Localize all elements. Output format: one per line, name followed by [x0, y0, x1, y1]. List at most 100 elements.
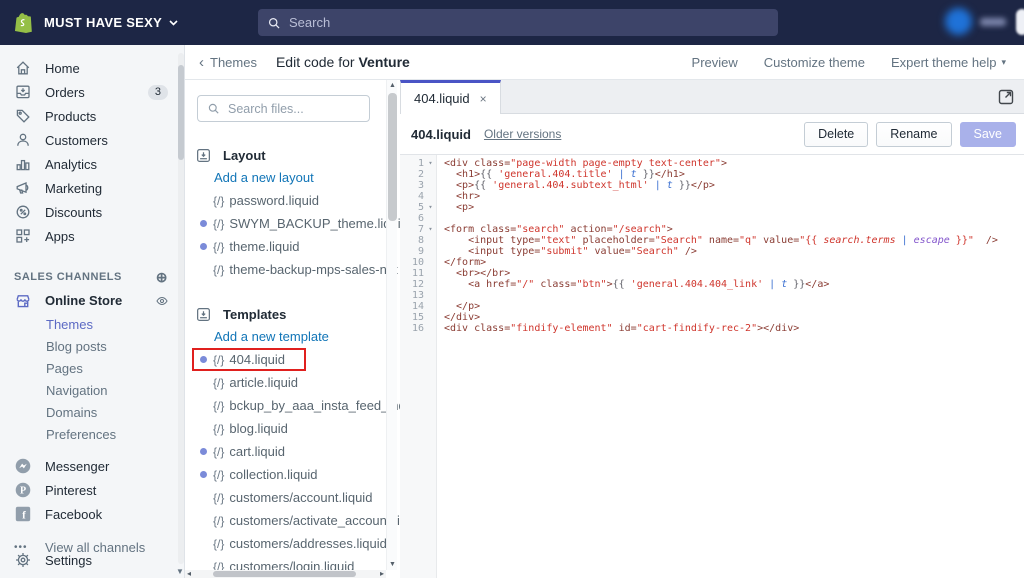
sidebar-item-online-store[interactable]: Online Store — [0, 288, 184, 313]
sidebar-item-navigation[interactable]: Navigation — [0, 379, 184, 401]
save-button[interactable]: Save — [960, 122, 1017, 147]
file-item-404-liquid[interactable]: {/}404.liquid — [185, 348, 400, 371]
code-area[interactable]: 1▾<div class="page-width page-empty text… — [400, 155, 1024, 334]
sidebar-item-orders[interactable]: Orders3 — [0, 80, 184, 104]
file-item-password-liquid[interactable]: {/}password.liquid — [185, 189, 400, 212]
code-line-13[interactable]: 13 — [400, 290, 1024, 301]
delete-button[interactable]: Delete — [804, 122, 868, 147]
rename-button[interactable]: Rename — [876, 122, 951, 147]
messenger-icon — [14, 457, 32, 475]
close-icon[interactable]: × — [480, 92, 487, 106]
sidebar-item-themes[interactable]: Themes — [0, 313, 184, 335]
file-item-theme-backup-mps-sales-not[interactable]: {/}theme-backup-mps-sales-not — [185, 258, 400, 281]
file-panel-horizontal-scrollbar[interactable]: ◂ ▸ — [185, 570, 386, 578]
file-search[interactable] — [197, 95, 370, 122]
file-item-swym-backup-theme-liquid[interactable]: {/}SWYM_BACKUP_theme.liquid — [185, 212, 400, 235]
pinterest-icon: P — [14, 481, 32, 499]
sidebar-item-facebook[interactable]: fFacebook — [0, 502, 184, 526]
file-panel-vertical-scrollbar[interactable]: ▲ ▼ — [386, 80, 397, 570]
sidebar-item-messenger[interactable]: Messenger — [0, 454, 184, 478]
code-line-3[interactable]: 3 <p>{{ 'general.404.subtext_html' | t }… — [400, 180, 1024, 191]
scroll-right-icon[interactable]: ▸ — [380, 569, 384, 578]
file-item-blog-liquid[interactable]: {/}blog.liquid — [185, 417, 400, 440]
file-section-header[interactable]: Layout — [185, 144, 400, 166]
liquid-file-icon: {/} — [213, 376, 224, 390]
code-line-10[interactable]: 10</form> — [400, 257, 1024, 268]
older-versions-link[interactable]: Older versions — [484, 127, 561, 141]
sidebar-item-pages[interactable]: Pages — [0, 357, 184, 379]
global-search[interactable] — [258, 9, 778, 36]
code-line-8[interactable]: 8 <input type="text" placeholder="Search… — [400, 235, 1024, 246]
scroll-up-icon[interactable]: ▲ — [388, 82, 397, 89]
sidebar-scrollbar[interactable] — [178, 53, 184, 564]
expert-theme-help-link[interactable]: Expert theme help▾ — [891, 55, 1006, 70]
global-search-input[interactable] — [289, 15, 729, 30]
code-text: <div class="findify-element" id="cart-fi… — [437, 323, 799, 334]
fold-icon[interactable]: ▾ — [424, 158, 437, 169]
line-number: 15 — [400, 312, 424, 323]
eye-icon[interactable] — [154, 294, 170, 308]
file-item-customers-activate-account-liq[interactable]: {/}customers/activate_account.liq — [185, 509, 400, 532]
code-line-4[interactable]: 4 <hr> — [400, 191, 1024, 202]
scroll-left-icon[interactable]: ◂ — [187, 569, 191, 578]
code-line-16[interactable]: 16<div class="findify-element" id="cart-… — [400, 323, 1024, 334]
code-line-7[interactable]: 7▾<form class="search" action="/search"> — [400, 224, 1024, 235]
customize-theme-link[interactable]: Customize theme — [764, 55, 865, 70]
avatar[interactable] — [945, 8, 972, 35]
fold-spacer — [424, 246, 437, 257]
file-panel-hscrollbar-thumb[interactable] — [213, 571, 356, 577]
scroll-down-icon[interactable]: ▼ — [388, 561, 397, 568]
line-number: 10 — [400, 257, 424, 268]
shopify-logo-icon[interactable] — [13, 11, 35, 35]
file-item-customers-account-liquid[interactable]: {/}customers/account.liquid — [185, 486, 400, 509]
code-line-1[interactable]: 1▾<div class="page-width page-empty text… — [400, 158, 1024, 169]
store-switcher[interactable]: MUST HAVE SEXY — [44, 15, 178, 30]
sidebar-item-preferences[interactable]: Preferences — [0, 423, 184, 445]
breadcrumb-back-themes[interactable]: ‹ Themes — [199, 54, 257, 71]
topbar-edge-element — [1016, 9, 1024, 35]
scroll-down-icon[interactable]: ▼ — [176, 567, 184, 576]
file-item-theme-liquid[interactable]: {/}theme.liquid — [185, 235, 400, 258]
file-item-article-liquid[interactable]: {/}article.liquid — [185, 371, 400, 394]
code-line-5[interactable]: 5▾ <p> — [400, 202, 1024, 213]
sidebar-item-pinterest[interactable]: PPinterest — [0, 478, 184, 502]
sidebar-item-blog-posts[interactable]: Blog posts — [0, 335, 184, 357]
fold-icon[interactable]: ▾ — [424, 202, 437, 213]
code-line-2[interactable]: 2 <h1>{{ 'general.404.title' | t }}</h1> — [400, 169, 1024, 180]
sidebar-item-apps[interactable]: Apps — [0, 224, 184, 248]
code-line-12[interactable]: 12 <a href="/" class="btn">{{ 'general.4… — [400, 279, 1024, 290]
file-item-customers-addresses-liquid[interactable]: {/}customers/addresses.liquid — [185, 532, 400, 555]
code-line-11[interactable]: 11 <br></br> — [400, 268, 1024, 279]
file-item-collection-liquid[interactable]: {/}collection.liquid — [185, 463, 400, 486]
sidebar-item-products[interactable]: Products — [0, 104, 184, 128]
sidebar-item-discounts[interactable]: Discounts — [0, 200, 184, 224]
fold-icon[interactable]: ▾ — [424, 224, 437, 235]
sidebar-item-analytics[interactable]: Analytics — [0, 152, 184, 176]
sidebar-item-home[interactable]: Home — [0, 56, 184, 80]
file-section-header[interactable]: Templates — [185, 303, 400, 325]
file-name: customers/addresses.liquid — [229, 536, 387, 551]
sidebar-item-settings[interactable]: Settings — [0, 548, 184, 572]
code-line-15[interactable]: 15</div> — [400, 312, 1024, 323]
code-line-6[interactable]: 6 — [400, 213, 1024, 224]
code-line-14[interactable]: 14 </p> — [400, 301, 1024, 312]
liquid-file-icon: {/} — [213, 217, 224, 231]
code-line-9[interactable]: 9 <input type="submit" value="Search" /> — [400, 246, 1024, 257]
sidebar-item-label: Customers — [45, 133, 108, 148]
file-item-cart-liquid[interactable]: {/}cart.liquid — [185, 440, 400, 463]
sidebar-item-domains[interactable]: Domains — [0, 401, 184, 423]
file-panel-scrollbar-thumb[interactable] — [388, 93, 397, 221]
sidebar-subitem-label: Themes — [46, 317, 93, 332]
sidebar-item-customers[interactable]: Customers — [0, 128, 184, 152]
file-search-input[interactable] — [228, 102, 353, 116]
tab-404-liquid[interactable]: 404.liquid × — [400, 80, 501, 114]
sidebar-item-marketing[interactable]: Marketing — [0, 176, 184, 200]
file-header: 404.liquid Older versions Delete Rename … — [400, 114, 1024, 155]
add-channel-icon[interactable]: ⊕ — [156, 269, 168, 286]
fullscreen-icon[interactable] — [997, 88, 1015, 106]
file-item-bckup-by-aaa-insta-feed-inde[interactable]: {/}bckup_by_aaa_insta_feed_inde — [185, 394, 400, 417]
add-new-layout-link[interactable]: Add a new layout — [185, 166, 400, 189]
add-new-templates-link[interactable]: Add a new template — [185, 325, 400, 348]
sidebar-scrollbar-thumb[interactable] — [178, 65, 184, 160]
preview-link[interactable]: Preview — [692, 55, 738, 70]
